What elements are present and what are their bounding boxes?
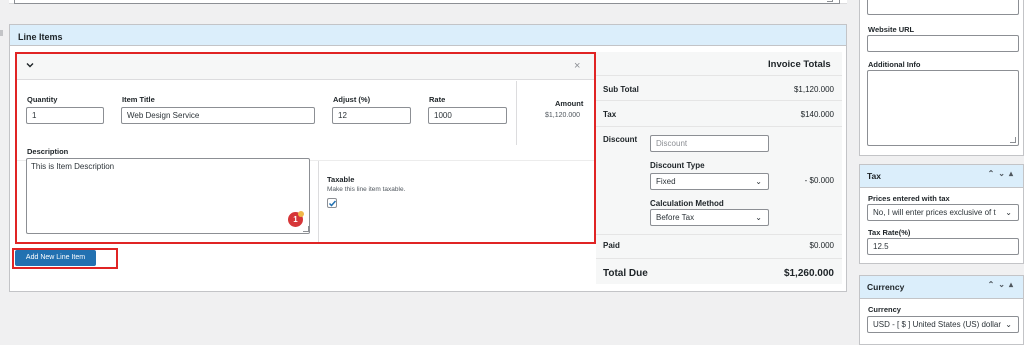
discount-label: Discount xyxy=(603,135,638,144)
additional-info-textarea[interactable] xyxy=(867,70,1019,146)
prices-with-tax-label: Prices entered with tax xyxy=(868,194,950,203)
rate-input[interactable]: 1000 xyxy=(428,107,507,124)
add-new-line-item-button[interactable]: Add New Line Item xyxy=(15,250,96,266)
discount-input[interactable]: Discount xyxy=(650,135,769,152)
paid-value: $0.000 xyxy=(809,241,834,250)
subtotal-value: $1,120.000 xyxy=(793,85,834,94)
tax-panel-title: Tax xyxy=(867,171,882,181)
tax-panel-header[interactable]: Tax ⌃⌄▴ xyxy=(860,165,1023,188)
description-textarea[interactable]: This is Item Description xyxy=(26,158,310,234)
resize-grip-icon[interactable] xyxy=(827,0,833,2)
calculation-method-label: Calculation Method xyxy=(650,199,724,208)
discount-type-label: Discount Type xyxy=(650,161,705,170)
previous-sidebar-input[interactable] xyxy=(867,0,1019,15)
rate-label: Rate xyxy=(429,95,446,104)
taxable-checkbox[interactable] xyxy=(327,198,337,208)
currency-panel-header[interactable]: Currency ⌃⌄▴ xyxy=(860,276,1023,299)
paid-label: Paid xyxy=(603,241,620,250)
description-label: Description xyxy=(27,147,69,156)
prices-with-tax-select[interactable]: No, I will enter prices exclusive of t ⌄ xyxy=(867,204,1019,221)
tax-rate-input[interactable]: 12.5 xyxy=(867,238,1019,255)
additional-info-label: Additional Info xyxy=(868,60,921,69)
currency-value: USD - [ $ ] United States (US) dollar xyxy=(873,320,1002,329)
previous-textarea[interactable] xyxy=(14,0,840,4)
total-due-value: $1,260.000 xyxy=(783,268,834,279)
totals-divider xyxy=(596,234,842,235)
totals-divider xyxy=(596,75,842,76)
totals-divider xyxy=(596,126,842,127)
star-icon xyxy=(298,211,304,217)
checkmark-icon xyxy=(328,200,337,207)
resize-grip-icon[interactable] xyxy=(1010,137,1016,143)
grammar-badge-count: 1 xyxy=(293,215,298,224)
currency-label: Currency xyxy=(868,305,901,314)
quantity-input[interactable]: 1 xyxy=(26,107,104,124)
website-url-input[interactable] xyxy=(867,35,1019,52)
totals-divider xyxy=(596,100,842,101)
discount-value: - $0.000 xyxy=(804,176,834,185)
amount-label: Amount xyxy=(555,99,584,108)
item-title-label: Item Title xyxy=(122,95,155,104)
chevron-down-icon[interactable] xyxy=(25,60,35,70)
totals-divider xyxy=(596,258,842,259)
tax-rate-label: Tax Rate(%) xyxy=(868,228,911,237)
close-icon[interactable]: × xyxy=(574,60,580,72)
amount-divider xyxy=(516,81,517,145)
calculation-method-value: Before Tax xyxy=(656,213,695,222)
adjust-label: Adjust (%) xyxy=(333,95,371,104)
currency-panel-title: Currency xyxy=(867,282,905,292)
calculation-method-select[interactable]: Before Tax ⌄ xyxy=(650,209,769,226)
prices-with-tax-value: No, I will enter prices exclusive of t xyxy=(873,208,996,217)
total-due-label: Total Due xyxy=(603,268,648,279)
chevron-down-icon: ⌄ xyxy=(1003,208,1012,217)
amount-value: $1,120.000 xyxy=(545,112,581,119)
panel-controls-icon[interactable]: ⌃⌄▴ xyxy=(988,169,1017,178)
item-title-input[interactable]: Web Design Service xyxy=(121,107,315,124)
line-item-toolbar xyxy=(17,54,594,80)
currency-select[interactable]: USD - [ $ ] United States (US) dollar ⌄ xyxy=(867,316,1019,333)
invoice-totals-header: Invoice Totals xyxy=(768,59,831,70)
tax-value: $140.000 xyxy=(800,110,834,119)
tax-label: Tax xyxy=(603,110,617,119)
line-items-header: Line Items xyxy=(9,24,847,46)
discount-type-value: Fixed xyxy=(656,177,676,186)
quantity-label: Quantity xyxy=(27,95,58,104)
adjust-input[interactable]: 12 xyxy=(332,107,411,124)
description-text: This is Item Description xyxy=(31,162,115,171)
panel-controls-icon[interactable]: ⌃⌄▴ xyxy=(988,280,1017,289)
chevron-down-icon: ⌄ xyxy=(755,213,762,222)
taxable-divider xyxy=(318,161,319,242)
chevron-down-icon: ⌄ xyxy=(1003,320,1012,329)
website-url-label: Website URL xyxy=(868,25,915,34)
taxable-help: Make this line item taxable. xyxy=(327,186,406,193)
subtotal-label: Sub Total xyxy=(603,85,639,94)
edge-marker xyxy=(0,30,3,36)
resize-grip-icon[interactable] xyxy=(303,226,309,232)
taxable-label: Taxable xyxy=(327,175,355,184)
